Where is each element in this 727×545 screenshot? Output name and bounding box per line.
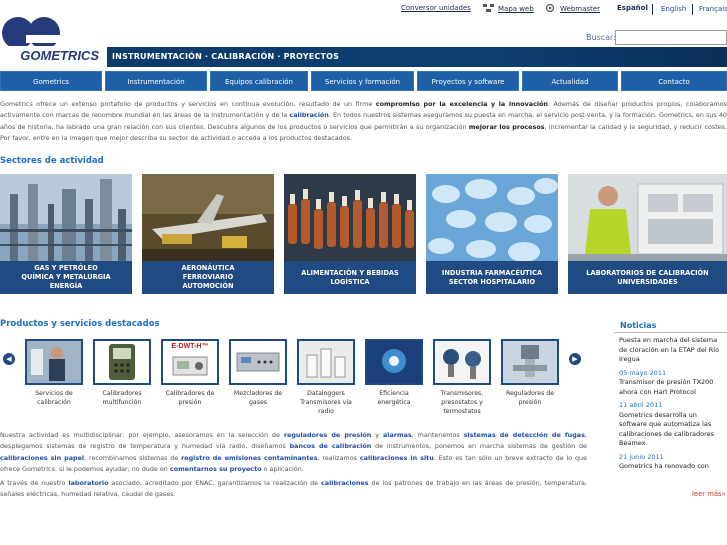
product-thumb xyxy=(501,339,559,385)
product-thumb xyxy=(365,339,423,385)
activity-paragraph: Nuestra actividad es multidisciplinar: p… xyxy=(0,431,588,474)
product-thumb xyxy=(433,339,491,385)
product-thumb: E-DWT-H™ xyxy=(161,339,219,385)
product-servicios-calibracion[interactable]: Servicios de calibración xyxy=(25,339,83,407)
reguladores-link[interactable]: reguladores de presión xyxy=(284,431,372,439)
logo-wordmark: GOMETRICS xyxy=(20,48,99,63)
sector-caption: LABORATORIOS DE CALIBRACIÓN UNIVERSIDADES xyxy=(568,261,727,294)
calibracion-link[interactable]: calibración xyxy=(289,111,328,119)
laboratory-paragraph: A través de nuestro laboratorio asociado… xyxy=(0,479,587,499)
lang-english[interactable]: English xyxy=(661,5,686,13)
product-calibradores-multifuncion[interactable]: Calibradores multifunción xyxy=(93,339,151,407)
nav-proyectos-software[interactable]: Proyectos y software xyxy=(417,71,519,91)
intro-paragraph: Gometrics ofrece un extenso portafolio d… xyxy=(0,100,727,143)
product-eficiencia-energetica[interactable]: Eficiencia energética xyxy=(365,339,423,407)
news-item[interactable]: Puesta en marcha del sistema de cloració… xyxy=(619,336,724,365)
arrow-left-icon: ◀ xyxy=(6,355,12,363)
product-thumb xyxy=(25,339,83,385)
product-thumb xyxy=(229,339,287,385)
products-prev-button[interactable]: ◀ xyxy=(3,353,15,365)
read-more-link[interactable]: leer más» xyxy=(692,490,726,498)
product-dataloggers[interactable]: Dataloggers Transmisores vía radio xyxy=(297,339,355,416)
product-thumb xyxy=(297,339,355,385)
arrow-right-icon: ▶ xyxy=(572,355,578,363)
unit-converter-link[interactable]: Conversor unidades xyxy=(401,4,471,12)
gometrics-logo[interactable]: GOMETRICS xyxy=(0,8,100,64)
nav-actualidad[interactable]: Actualidad xyxy=(522,71,618,91)
news-date: 21 junio 2011 xyxy=(619,452,664,461)
products-next-button[interactable]: ▶ xyxy=(569,353,581,365)
nav-equipos-calibracion[interactable]: Equipos calibración xyxy=(210,71,308,91)
sector-alimentacion[interactable]: ALIMENTACIÓN Y BEBIDAS LOGÍSTICA xyxy=(284,174,416,294)
sitemap-link[interactable]: Mapa web xyxy=(483,4,534,13)
news-date: 05 mayo 2011 xyxy=(619,368,667,377)
main-nav: Gometrics Instrumentación Equipos calibr… xyxy=(0,71,727,91)
tagline-bar: INSTRUMENTACIÓN · CALIBRACIÓN · PROYECTO… xyxy=(107,47,727,67)
sector-aeronautica[interactable]: AERONÁUTICA FERROVIARIO AUTOMOCIÓN xyxy=(142,174,274,294)
sitemap-icon xyxy=(483,4,495,12)
sector-caption: ALIMENTACIÓN Y BEBIDAS LOGÍSTICA xyxy=(284,261,416,294)
sectors-heading: Sectores de actividad xyxy=(0,156,104,166)
product-badge: E-DWT-H™ xyxy=(171,343,209,350)
lang-divider xyxy=(692,4,693,15)
product-transmisores[interactable]: Transmisores, presostatos y termostatos xyxy=(433,339,491,416)
nav-contacto[interactable]: Contacto xyxy=(621,71,727,91)
search-input[interactable] xyxy=(615,30,727,45)
sector-caption: GAS Y PETRÓLEO QUÍMICA Y METALURGIA ENERGÍ… xyxy=(0,261,132,294)
bancos-calibracion-link[interactable]: bancos de calibración xyxy=(290,442,372,450)
products-heading: Productos y servicios destacados xyxy=(0,319,160,329)
nav-servicios-formacion[interactable]: Servicios y formación xyxy=(311,71,414,91)
deteccion-fugas-link[interactable]: sistemas de detección de fugas xyxy=(464,431,585,439)
news-heading: Noticias xyxy=(620,321,657,330)
nav-instrumentacion[interactable]: Instrumentación xyxy=(105,71,207,91)
calibraciones-link[interactable]: calibraciones xyxy=(321,479,369,487)
nav-gometrics[interactable]: Gometrics xyxy=(0,71,102,91)
email-icon xyxy=(545,3,557,13)
sector-laboratorios[interactable]: LABORATORIOS DE CALIBRACIÓN UNIVERSIDADES xyxy=(568,174,727,294)
alarmas-link[interactable]: alarmas xyxy=(383,431,412,439)
news-item[interactable]: Gometrics ha renovado con xyxy=(619,462,724,472)
product-calibradores-presion[interactable]: E-DWT-H™ Calibradores de presión xyxy=(161,339,219,407)
webmaster-link[interactable]: Webmaster xyxy=(545,3,600,13)
sector-caption: AERONÁUTICA FERROVIARIO AUTOMOCIÓN xyxy=(142,261,274,294)
comentarnos-proyecto-link[interactable]: comentarnos su proyecto xyxy=(170,465,262,473)
sitemap-label: Mapa web xyxy=(498,5,534,13)
product-thumb xyxy=(93,339,151,385)
sector-gas-petroleo[interactable]: GAS Y PETRÓLEO QUÍMICA Y METALURGIA ENERGÍ… xyxy=(0,174,132,294)
tagline: INSTRUMENTACIÓN · CALIBRACIÓN · PROYECTO… xyxy=(112,52,340,61)
news-list: Puesta en marcha del sistema de cloració… xyxy=(619,333,724,479)
news-item[interactable]: Transmisor de presión TX200 ahora con Ha… xyxy=(619,378,724,397)
calibraciones-sin-papel-link[interactable]: calibraciones sin papel xyxy=(0,454,84,462)
product-reguladores-presion[interactable]: Reguladores de presión xyxy=(501,339,559,407)
lang-spanish[interactable]: Español xyxy=(617,4,648,12)
product-mezcladores-gases[interactable]: Mezcladores de gases xyxy=(229,339,287,407)
webmaster-label: Webmaster xyxy=(560,5,600,13)
registro-emisiones-link[interactable]: registro de emisiones contaminantes xyxy=(181,454,317,462)
sector-farmaceutica[interactable]: INDUSTRIA FARMACÉUTICA SECTOR HOSPITALARI… xyxy=(426,174,558,294)
news-item[interactable]: Gometrics desarrolla un software que aut… xyxy=(619,411,724,449)
sector-caption: INDUSTRIA FARMACÉUTICA SECTOR HOSPITALARI… xyxy=(426,261,558,294)
laboratorio-link[interactable]: laboratorio xyxy=(68,479,108,487)
search-label: Buscar: xyxy=(586,33,616,42)
lang-french[interactable]: Français xyxy=(699,5,727,13)
calibraciones-in-situ-link[interactable]: calibraciones in situ xyxy=(360,454,434,462)
lang-divider xyxy=(652,4,653,15)
news-date: 11 abril 2011 xyxy=(619,401,663,409)
